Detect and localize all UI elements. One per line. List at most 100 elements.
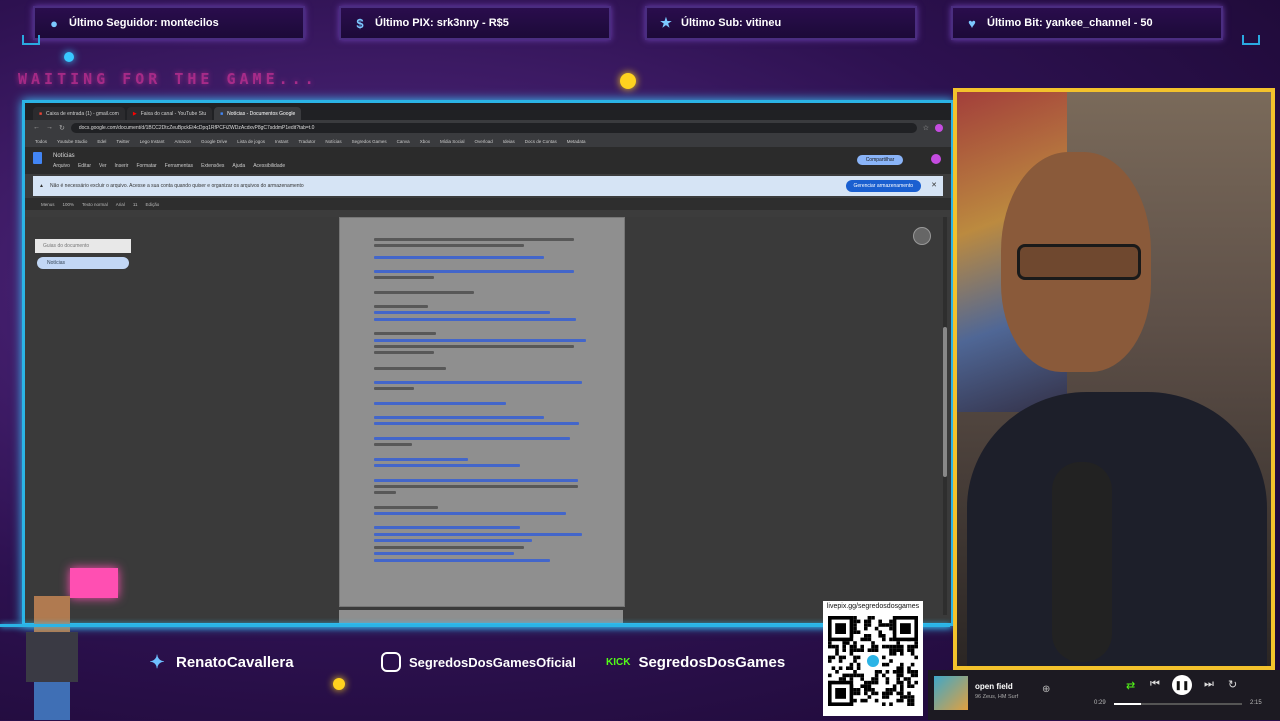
progress-track[interactable] (1114, 703, 1242, 705)
bookmark-item[interactable]: Canva (397, 139, 410, 144)
doc-text-line (374, 491, 396, 494)
toolbar-item[interactable]: Menus (41, 202, 55, 207)
warning-icon: ▲ (39, 183, 44, 189)
bookmark-item[interactable]: Instant (275, 139, 289, 144)
doc-link-line[interactable] (374, 318, 576, 321)
docs-menu-item[interactable]: Extensões (201, 163, 224, 169)
doc-link-line[interactable] (374, 552, 514, 555)
glasses (1017, 244, 1141, 280)
next-icon[interactable]: ⏭ (1204, 678, 1214, 691)
docs-title[interactable]: Notícias (53, 153, 75, 159)
docs-toolbar: Menus 100% Texto normal Arial 11 Edição (25, 198, 951, 210)
doc-link-line[interactable] (374, 464, 520, 467)
docs-menu-item[interactable]: Acessibilidade (253, 163, 285, 169)
total-duration: 2:15 (1250, 700, 1262, 706)
webcam-feed (953, 88, 1275, 670)
bookmark-item[interactable]: Notícias (325, 139, 341, 144)
bookmark-star-icon[interactable]: ☆ (923, 124, 929, 132)
forward-icon[interactable]: → (46, 124, 53, 131)
doc-link-line[interactable] (374, 479, 578, 482)
doc-link-line[interactable] (374, 458, 468, 461)
bookmark-item[interactable]: Lista de jogos (237, 139, 265, 144)
twitter-handle[interactable]: ✦ RenatoCavallera (146, 648, 293, 676)
instagram-handle[interactable]: SegredosDosGamesOficial (381, 648, 576, 676)
bookmark-item[interactable]: Google Drive (201, 139, 227, 144)
bookmark-item[interactable]: Docs de Contas (525, 139, 557, 144)
toolbar-item[interactable]: 100% (63, 202, 75, 207)
toolbar-item[interactable]: Arial (116, 202, 125, 207)
screen-capture: ■ Caixa de entrada (1) - gmail.com ▶ Faixa… (22, 100, 954, 626)
docs-menu-item[interactable]: Editar (78, 163, 91, 169)
toolbar-item[interactable]: Texto normal (82, 202, 108, 207)
corner-bracket (22, 35, 40, 45)
doc-link-line[interactable] (374, 437, 570, 440)
doc-link-line[interactable] (374, 533, 582, 536)
doc-link-line[interactable] (374, 381, 582, 384)
docs-icon: ■ (220, 110, 224, 117)
document-page[interactable] (339, 217, 625, 607)
song-title: open field (975, 682, 1013, 691)
qr-label: livepix.gg/segredosdosgames (826, 603, 920, 610)
doc-link-line[interactable] (374, 526, 520, 529)
back-icon[interactable]: ← (33, 124, 40, 131)
bookmark-item[interactable]: Twitter (116, 139, 129, 144)
docs-menu-item[interactable]: Ferramentas (165, 163, 193, 169)
doc-link-line[interactable] (374, 512, 566, 515)
bookmark-item[interactable]: Todos (35, 139, 47, 144)
doc-link-line[interactable] (374, 339, 586, 342)
bookmark-item[interactable]: Edel (97, 139, 106, 144)
bookmark-item[interactable]: Mídia Social (440, 139, 465, 144)
bookmark-item[interactable]: Youtube Studio (57, 139, 87, 144)
doc-link-line[interactable] (374, 256, 544, 259)
qr-code[interactable] (823, 612, 923, 716)
doc-link-line[interactable] (374, 559, 550, 562)
manage-storage-button[interactable]: Gerenciar armazenamento (845, 180, 921, 192)
bookmark-item[interactable]: Segredos Games (352, 139, 387, 144)
doc-link-line[interactable] (374, 402, 506, 405)
docs-menu-item[interactable]: Ajuda (232, 163, 245, 169)
doc-link-line[interactable] (374, 270, 574, 273)
bookmark-item[interactable]: Amazon (174, 139, 191, 144)
docs-menu-item[interactable]: Arquivo (53, 163, 70, 169)
doc-text-line (374, 443, 412, 446)
toolbar-item[interactable]: 11 (133, 202, 138, 207)
docs-menu-item[interactable]: Ver (99, 163, 107, 169)
pause-button[interactable]: ❚❚ (1172, 675, 1192, 695)
bookmark-item[interactable]: Tradutor (299, 139, 316, 144)
last-sub-text: Último Sub: vitineu (681, 17, 782, 29)
doc-link-line[interactable] (374, 311, 550, 314)
toolbar-item[interactable]: Edição (145, 202, 159, 207)
repeat-icon[interactable]: ↻ (1228, 678, 1237, 691)
add-icon[interactable]: ⊕ (1042, 684, 1050, 695)
bookmark-item[interactable]: Metadata (567, 139, 586, 144)
docs-logo-icon (33, 152, 42, 164)
url-field[interactable]: docs.google.com/document/d/1BCC2DtcZeuBp… (70, 122, 917, 133)
bookmark-item[interactable]: Lego Instant (140, 139, 165, 144)
browser-tab[interactable]: ■ Caixa de entrada (1) - gmail.com (33, 107, 125, 120)
share-button[interactable]: Compartilhar (857, 155, 903, 165)
doc-link-line[interactable] (374, 539, 532, 542)
bookmark-item[interactable]: Xbox (420, 139, 430, 144)
docs-avatar[interactable] (931, 154, 941, 164)
reload-icon[interactable]: ↻ (59, 124, 65, 132)
browser-tab[interactable]: ▶ Faixa do canal - YouTube Stu (126, 107, 213, 120)
outline-item[interactable]: Notícias (37, 257, 129, 269)
browser-tab-active[interactable]: ■ Notícias - Documentos Google (214, 107, 302, 120)
scrollbar-thumb[interactable] (943, 327, 947, 477)
kick-handle[interactable]: KICK SegredosDosGames (606, 648, 785, 676)
doc-link-line[interactable] (374, 416, 544, 419)
assistant-icon[interactable] (913, 227, 931, 245)
storage-banner: ▲ Não é necessário excluir o arquivo. Ac… (33, 176, 943, 196)
twitter-icon: ✦ (149, 651, 165, 672)
shuffle-icon[interactable]: ⇄ (1126, 679, 1135, 692)
bookmark-item[interactable]: Overload (474, 139, 492, 144)
doc-link-line[interactable] (374, 422, 579, 425)
vertical-scrollbar[interactable] (943, 217, 947, 615)
doc-text-line (374, 367, 446, 370)
close-icon[interactable]: ✕ (931, 181, 937, 189)
profile-avatar[interactable] (935, 123, 943, 132)
docs-menu-item[interactable]: Formatar (136, 163, 156, 169)
previous-icon[interactable]: ⏮ (1150, 678, 1160, 691)
docs-menu-item[interactable]: Inserir (115, 163, 129, 169)
bookmark-item[interactable]: Ideias (503, 139, 515, 144)
